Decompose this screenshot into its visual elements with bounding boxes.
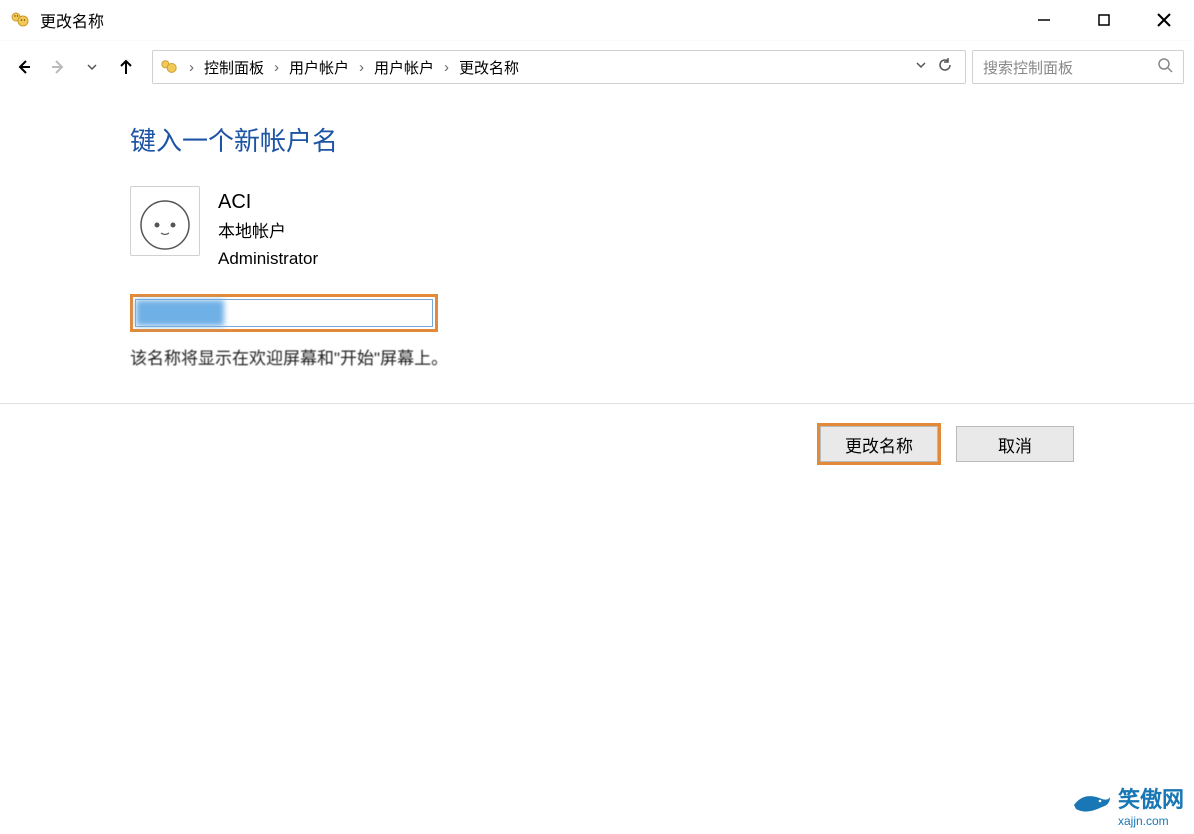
rename-button[interactable]: 更改名称: [820, 426, 938, 462]
breadcrumb-item[interactable]: 用户帐户: [374, 57, 434, 78]
new-name-input[interactable]: [135, 299, 433, 327]
account-role: Administrator: [218, 245, 318, 272]
minimize-button[interactable]: [1014, 0, 1074, 40]
user-accounts-icon: [10, 10, 30, 30]
breadcrumb-item[interactable]: 用户帐户: [289, 57, 349, 78]
account-summary: ACI 本地帐户 Administrator: [130, 186, 1154, 272]
account-type: 本地帐户: [218, 218, 318, 245]
forward-button[interactable]: [44, 53, 72, 81]
watermark-url: xajjn.com: [1118, 814, 1184, 828]
shark-icon: [1072, 787, 1112, 823]
search-placeholder: 搜索控制面板: [983, 57, 1157, 78]
account-name: ACI: [218, 186, 318, 218]
input-hint: 该名称将显示在欢迎屏幕和"开始"屏幕上。: [130, 344, 1154, 369]
page-heading: 键入一个新帐户名: [130, 121, 1154, 158]
refresh-icon[interactable]: [937, 57, 953, 78]
control-panel-icon: [159, 58, 179, 76]
breadcrumb-item[interactable]: 控制面板: [204, 57, 264, 78]
avatar: [130, 186, 200, 256]
back-button[interactable]: [10, 53, 38, 81]
maximize-button[interactable]: [1074, 0, 1134, 40]
search-icon: [1157, 57, 1173, 77]
watermark: 笑傲网 xajjn.com: [1072, 782, 1184, 828]
recent-dropdown[interactable]: [78, 53, 106, 81]
main-content: 键入一个新帐户名 ACI 本地帐户 Administrator 该名称将显示在欢…: [0, 93, 1194, 379]
nav-bar: › 控制面板 › 用户帐户 › 用户帐户 › 更改名称 搜索控制面板: [0, 41, 1194, 93]
window-controls: [1014, 0, 1194, 40]
window-title: 更改名称: [40, 8, 104, 32]
close-button[interactable]: [1134, 0, 1194, 40]
address-bar[interactable]: › 控制面板 › 用户帐户 › 用户帐户 › 更改名称: [152, 50, 966, 84]
action-bar: 更改名称 取消: [0, 404, 1194, 462]
breadcrumb: › 控制面板 › 用户帐户 › 用户帐户 › 更改名称: [185, 57, 519, 78]
text-selection: [136, 300, 224, 326]
chevron-down-icon[interactable]: [915, 58, 927, 76]
up-button[interactable]: [112, 53, 140, 81]
highlight-box: [130, 294, 438, 332]
search-input[interactable]: 搜索控制面板: [972, 50, 1184, 84]
chevron-right-icon: ›: [440, 59, 453, 76]
chevron-right-icon: ›: [270, 59, 283, 76]
cancel-button[interactable]: 取消: [956, 426, 1074, 462]
watermark-name: 笑傲网: [1118, 787, 1184, 812]
breadcrumb-item[interactable]: 更改名称: [459, 57, 519, 78]
title-bar: 更改名称: [0, 0, 1194, 41]
chevron-right-icon: ›: [185, 59, 198, 76]
chevron-right-icon: ›: [355, 59, 368, 76]
